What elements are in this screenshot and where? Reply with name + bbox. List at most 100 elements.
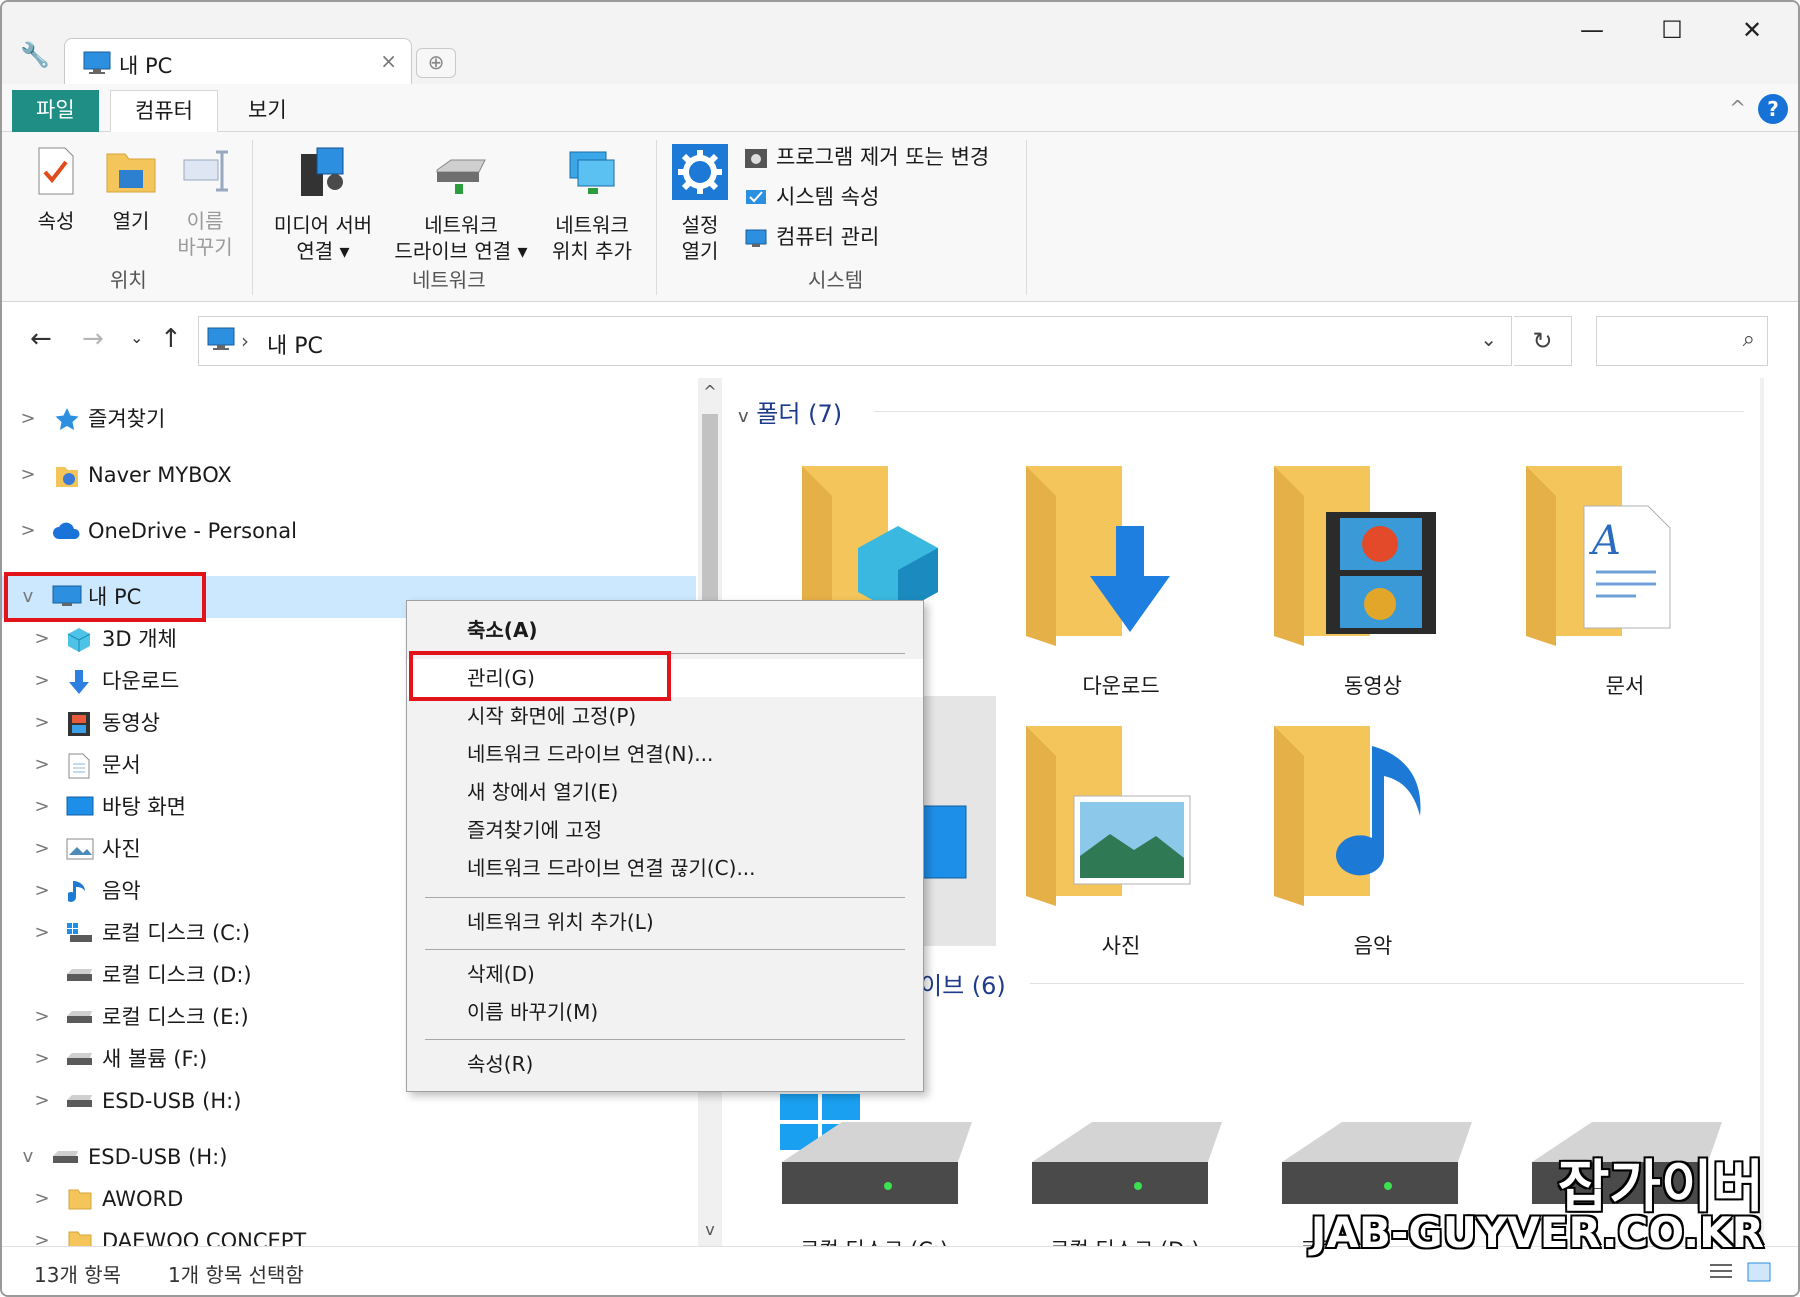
menu-item-properties[interactable]: 속성(R) (407, 1045, 923, 1083)
maximize-button[interactable]: ☐ (1642, 10, 1702, 50)
menu-item-open-new-window[interactable]: 새 창에서 열기(E) (407, 773, 923, 811)
expand-chevron-icon[interactable]: > (32, 1178, 52, 1220)
folder-name: 동영상 (1344, 674, 1402, 698)
drive-d-icon[interactable] (1026, 1118, 1236, 1228)
nav-item-naver-mybox[interactable]: > Naver MYBOX (2, 454, 696, 496)
nav-item-esd-usb-h-root[interactable]: v ESD-USB (H:) (2, 1136, 696, 1178)
map-drive-button[interactable]: 네트워크 드라이브 연결 ▾ (386, 144, 536, 264)
nav-item-aword[interactable]: > AWORD (2, 1178, 696, 1220)
expand-chevron-icon[interactable]: > (18, 454, 38, 496)
breadcrumb-my-pc[interactable]: 내 PC (267, 328, 323, 360)
nav-label: 3D 개체 (102, 627, 177, 651)
menu-item-rename[interactable]: 이름 바꾸기(M) (407, 993, 923, 1031)
folders-section-header[interactable]: v 폴더 (7) (738, 394, 842, 429)
menu-item-add-network-location[interactable]: 네트워크 위치 추가(L) (407, 903, 923, 941)
large-icons-view-icon[interactable] (1746, 1261, 1772, 1283)
expand-chevron-icon[interactable]: > (32, 744, 52, 786)
folder-videos[interactable]: 동영상 (1268, 456, 1478, 698)
close-button[interactable]: ✕ (1722, 10, 1782, 50)
media-server-label-2: 연결 ▾ (296, 239, 350, 263)
expand-chevron-icon[interactable]: > (32, 870, 52, 912)
drive-c-icon[interactable] (776, 1118, 986, 1228)
chevron-up-icon[interactable]: ^ (1729, 96, 1746, 120)
back-arrow-icon[interactable]: ← (30, 324, 52, 354)
highlight-box (409, 651, 671, 701)
expand-chevron-icon[interactable]: > (18, 398, 38, 440)
expand-chevron-icon[interactable]: > (32, 786, 52, 828)
collapse-chevron-icon[interactable]: v (18, 1136, 38, 1178)
highlight-box (4, 572, 206, 622)
expand-chevron-icon[interactable]: > (32, 1038, 52, 1080)
chevron-down-icon[interactable]: ⌄ (1480, 327, 1497, 351)
uninstall-program-button[interactable]: 프로그램 제거 또는 변경 (744, 140, 989, 174)
refresh-icon[interactable]: ↻ (1514, 316, 1572, 366)
wrench-icon[interactable]: 🔧 (20, 42, 50, 68)
scroll-down-icon[interactable]: v (698, 1220, 722, 1239)
recent-locations-chevron-icon[interactable]: ⌄ (130, 328, 143, 347)
folder-music[interactable]: 음악 (1268, 716, 1478, 958)
media-server-button[interactable]: 미디어 서버 연결 ▾ (264, 144, 382, 264)
windows-drive-icon (67, 923, 92, 942)
ribbon-tabs: 파일 컴퓨터 보기 ^ ? (2, 84, 1798, 132)
drives-section-header[interactable]: 이브 (6) (920, 966, 1006, 1001)
new-tab-button[interactable]: ⊕ (416, 48, 456, 78)
expand-chevron-icon[interactable]: > (32, 996, 52, 1038)
nav-item-daewoo-concept[interactable]: > DAEWOO CONCEPT (2, 1220, 696, 1246)
tab-my-pc[interactable]: 내 PC × (64, 38, 412, 86)
tab-close-button[interactable]: × (380, 49, 397, 73)
folder-downloads[interactable]: 다운로드 (1016, 456, 1226, 698)
section-divider (1030, 983, 1744, 984)
folder-download-icon (1026, 466, 1170, 646)
expand-chevron-icon[interactable]: > (32, 702, 52, 744)
expand-chevron-icon[interactable]: > (32, 660, 52, 702)
minimize-button[interactable]: — (1562, 10, 1622, 50)
up-arrow-icon[interactable]: ↑ (160, 324, 182, 354)
folder-documents[interactable]: A 문서 (1520, 456, 1730, 698)
media-server-icon (301, 147, 344, 196)
search-input[interactable]: ⌕ (1596, 316, 1768, 366)
drive-c-label: 로컬 디스크 (C:) (800, 1234, 948, 1246)
nav-label: 바탕 화면 (102, 795, 186, 819)
tab-file[interactable]: 파일 (12, 90, 99, 132)
menu-item-pin-favorites[interactable]: 즐겨찾기에 고정 (407, 811, 923, 849)
menu-item-pin-start[interactable]: 시작 화면에 고정(P) (407, 697, 923, 735)
details-view-icon[interactable] (1708, 1261, 1734, 1283)
expand-chevron-icon[interactable]: > (32, 618, 52, 660)
menu-item-map-network-drive[interactable]: 네트워크 드라이브 연결(N)... (407, 735, 923, 773)
tab-computer[interactable]: 컴퓨터 (110, 90, 218, 132)
expand-chevron-icon[interactable]: > (18, 510, 38, 552)
properties-label: 속성 (37, 209, 75, 233)
group-label-location: 위치 (110, 268, 147, 292)
address-field[interactable]: › 내 PC ⌄ (198, 316, 1512, 366)
nav-label: ESD-USB (H:) (88, 1145, 228, 1169)
tab-view[interactable]: 보기 (224, 90, 311, 132)
menu-item-disconnect-drive[interactable]: 네트워크 드라이브 연결 끊기(C)... (407, 849, 923, 887)
open-button[interactable]: 열기 (96, 146, 166, 234)
expand-chevron-icon[interactable]: > (32, 1220, 52, 1246)
scroll-up-icon[interactable]: ^ (1760, 382, 1764, 401)
system-properties-icon (746, 190, 766, 204)
content-scrollbar[interactable]: ^ v (1760, 378, 1764, 1246)
network-drive-icon (436, 159, 486, 194)
scroll-up-icon[interactable]: ^ (698, 382, 722, 401)
nav-label: 동영상 (102, 711, 160, 735)
nav-item-favorites[interactable]: > 즐겨찾기 (2, 398, 696, 440)
menu-item-collapse[interactable]: 축소(A) (407, 611, 923, 649)
properties-button[interactable]: 속성 (26, 146, 86, 234)
help-icon[interactable]: ? (1758, 94, 1788, 124)
system-properties-button[interactable]: 시스템 속성 (744, 180, 879, 214)
forward-arrow-icon[interactable]: → (82, 324, 104, 354)
open-settings-button[interactable]: 설정 열기 (666, 144, 734, 264)
rename-button[interactable]: 이름 바꾸기 (168, 146, 242, 260)
expand-chevron-icon[interactable]: > (32, 912, 52, 954)
nav-item-onedrive[interactable]: > OneDrive - Personal (2, 510, 696, 552)
computer-management-button[interactable]: 컴퓨터 관리 (744, 220, 879, 254)
item-count: 13개 항목 (34, 1263, 122, 1287)
add-network-location-button[interactable]: 네트워크 위치 추가 (540, 144, 644, 264)
rename-icon (183, 150, 228, 192)
title-bar: 🔧 내 PC × ⊕ — ☐ ✕ (2, 2, 1798, 86)
folder-pictures[interactable]: 사진 (1016, 716, 1226, 958)
expand-chevron-icon[interactable]: > (32, 828, 52, 870)
menu-item-delete[interactable]: 삭제(D) (407, 955, 923, 993)
expand-chevron-icon[interactable]: > (32, 1080, 52, 1122)
